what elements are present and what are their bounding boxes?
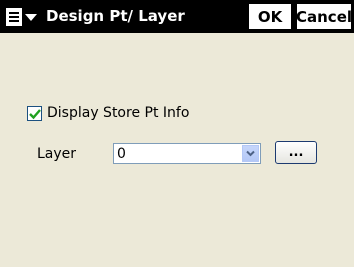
display-store-pt-info-row[interactable]: Display Store Pt Info [27, 105, 189, 121]
start-menu-button[interactable] [6, 6, 40, 28]
dialog-content: Display Store Pt Info Layer 0 ... [0, 33, 354, 267]
display-store-pt-info-checkbox[interactable] [27, 105, 42, 121]
cancel-button[interactable]: Cancel [296, 3, 352, 30]
layer-select[interactable]: 0 [113, 143, 261, 164]
dialog-window: Design Pt/ Layer OK Cancel Display Store… [0, 0, 354, 267]
dropdown-button[interactable] [242, 145, 259, 162]
browse-button[interactable]: ... [275, 141, 317, 164]
chevron-down-icon [246, 150, 255, 157]
display-store-pt-info-label: Display Store Pt Info [47, 105, 190, 121]
title-bar: Design Pt/ Layer OK Cancel [0, 0, 354, 33]
layer-label: Layer [37, 146, 77, 162]
ok-button[interactable]: OK [248, 3, 292, 30]
menu-icon [6, 8, 22, 26]
caret-down-icon [25, 13, 37, 21]
checkmark-icon [29, 108, 41, 119]
layer-select-value: 0 [117, 146, 126, 162]
window-title: Design Pt/ Layer [46, 7, 185, 25]
